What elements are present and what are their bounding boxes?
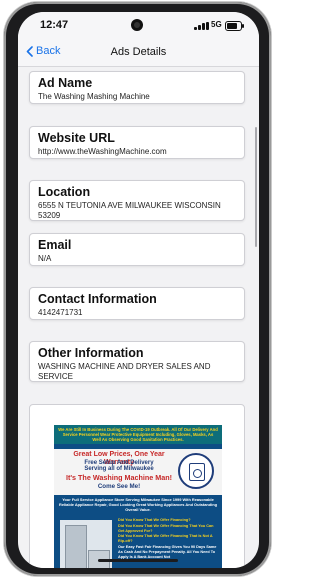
ad-details-content[interactable]: Ad Name The Washing Mashing Machine Webs… xyxy=(18,67,259,568)
washing-machine-logo-icon xyxy=(178,453,214,489)
flyer-line-4: It's The Washing Machine Man! xyxy=(65,473,173,482)
page-title: Ads Details xyxy=(110,46,167,58)
field-label: Other Information xyxy=(38,346,144,360)
location-card: Location 6555 N TEUTONIA AVE MILWAUKEE W… xyxy=(29,180,245,221)
flyer-line-5: Come See Me! xyxy=(97,483,141,490)
field-value: 6555 N TEUTONIA AVE MILWAUKEE WISCONSIN … xyxy=(38,201,221,220)
field-label: Email xyxy=(38,238,72,252)
ad-name-card: Ad Name The Washing Mashing Machine xyxy=(29,71,245,104)
flyer-faq-item: Our Easy Fast Fair Financing Gives You 9… xyxy=(118,544,217,559)
field-value: The Washing Mashing Machine xyxy=(38,92,150,101)
navigation-bar: Back Ads Details xyxy=(18,38,259,67)
flyer-faq: Did You Know That We Offer Financing? Di… xyxy=(118,518,218,560)
flyer-line-3: Serving all of Milwaukee xyxy=(84,466,154,472)
field-value: WASHING MACHINE AND DRYER SALES AND SERV… xyxy=(38,362,211,381)
flyer-subtext: Your Full Service Appliance Store Servin… xyxy=(59,497,217,512)
other-information-card: Other Information WASHING MACHINE AND DR… xyxy=(29,341,245,382)
camera-icon xyxy=(131,19,143,31)
field-label: Website URL xyxy=(38,131,115,145)
phone-frame: 12:47 5G Back Ads Details Ad Name The Wa… xyxy=(4,2,271,576)
flyer-faq-item: Did You Know That We Offer Financing Tha… xyxy=(118,523,214,533)
field-label: Contact Information xyxy=(38,292,157,306)
ad-flyer-image[interactable]: We Are Still In Business During The COVI… xyxy=(54,425,222,568)
signal-icon xyxy=(194,22,210,30)
status-bar: 12:47 5G xyxy=(18,12,259,38)
status-time: 12:47 xyxy=(40,19,69,31)
flyer-faq-item: Did You Know That We Offer Financing? xyxy=(118,518,191,522)
screen: 12:47 5G Back Ads Details Ad Name The Wa… xyxy=(18,12,259,568)
field-value: 4142471731 xyxy=(38,308,83,317)
network-label: 5G xyxy=(211,20,222,29)
flyer-faq-item: Did You Know That We Offer Financing Tha… xyxy=(118,534,213,544)
email-card: Email N/A xyxy=(29,233,245,266)
flyer-headline-panel: Great Low Prices, One Year Warranty Free… xyxy=(54,449,222,495)
field-label: Ad Name xyxy=(38,76,93,90)
battery-icon xyxy=(225,21,244,31)
flyer-covid-notice: We Are Still In Business During The COVI… xyxy=(54,425,222,444)
website-url-card: Website URL http://www.theWashingMachine… xyxy=(29,126,245,159)
field-value: http://www.theWashingMachine.com xyxy=(38,147,167,156)
contact-information-card: Contact Information 4142471731 xyxy=(29,287,245,320)
field-value: N/A xyxy=(38,254,52,263)
home-indicator[interactable] xyxy=(98,559,178,562)
ad-image-card: We Are Still In Business During The COVI… xyxy=(29,404,245,568)
field-label: Location xyxy=(38,185,91,199)
scrollbar[interactable] xyxy=(255,127,257,247)
